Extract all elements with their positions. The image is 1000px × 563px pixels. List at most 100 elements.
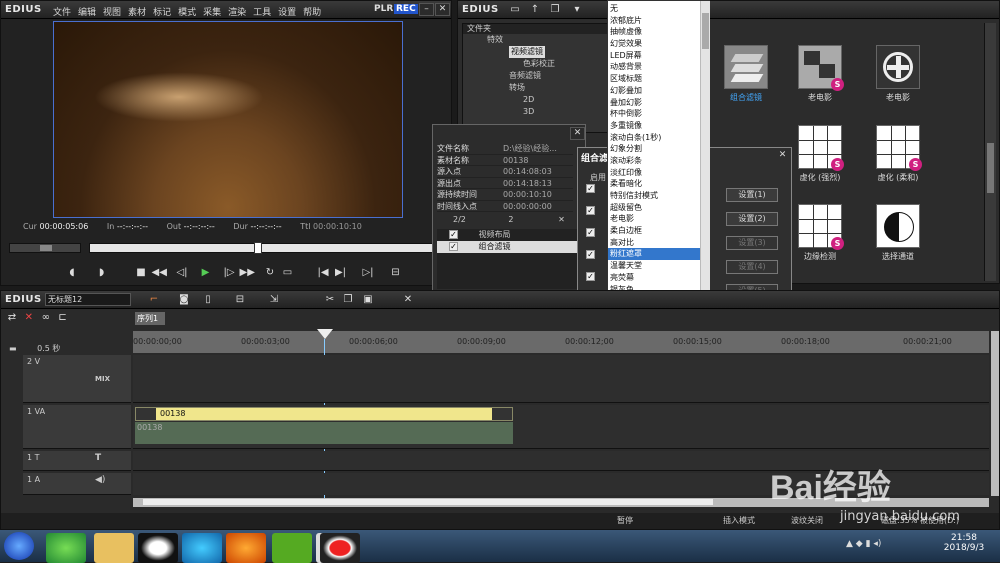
thumb-combo-filter[interactable]: 组合滤镜 xyxy=(714,45,778,103)
task-media-icon[interactable] xyxy=(182,533,222,563)
menu-item[interactable]: 设置 xyxy=(278,8,296,18)
new-sequence-icon[interactable]: ⌐ xyxy=(147,293,161,306)
cut-icon[interactable]: ✂ xyxy=(323,293,337,306)
tree-item-transitions[interactable]: 转场 xyxy=(509,82,611,94)
track-lane-2v[interactable] xyxy=(133,355,989,403)
step-back-icon[interactable]: ◁| xyxy=(175,266,189,279)
dropdown-item[interactable]: 抽帧虚像 xyxy=(608,26,700,38)
dropdown-item[interactable]: 柔白边框 xyxy=(608,225,700,237)
rewind-icon[interactable]: ◀◀ xyxy=(152,266,167,279)
dropdown-item[interactable]: 幻象分割 xyxy=(608,143,700,155)
delete-icon[interactable]: ✕ xyxy=(401,293,415,306)
task-browser-icon[interactable] xyxy=(46,533,86,563)
task-qq-icon[interactable] xyxy=(138,533,178,563)
effects-scrollbar[interactable] xyxy=(984,23,996,281)
folder-icon[interactable]: ▭ xyxy=(508,3,522,16)
save-icon[interactable]: ⊟ xyxy=(233,293,247,306)
shuttle-handle[interactable] xyxy=(40,245,52,251)
set-out-icon[interactable]: ◗ xyxy=(95,266,109,279)
link-icon[interactable]: ∞ xyxy=(39,311,53,324)
stop-icon[interactable]: ■ xyxy=(134,266,148,279)
enable-checkbox-4[interactable]: ✓ xyxy=(586,250,595,259)
filter-checkbox[interactable]: ✓ xyxy=(449,242,458,251)
filter-checkbox[interactable]: ✓ xyxy=(449,230,458,239)
enable-checkbox-5[interactable]: ✓ xyxy=(586,272,595,281)
thumb-blur-strong[interactable]: S 虚化 (强烈) xyxy=(788,125,852,183)
dropdown-scroll-thumb[interactable] xyxy=(702,13,709,49)
output-icon[interactable]: ▭ xyxy=(281,266,295,279)
export-icon[interactable]: ⇲ xyxy=(267,293,281,306)
start-button[interactable] xyxy=(4,532,34,560)
dropdown-item[interactable]: 动感背景 xyxy=(608,61,700,73)
settings-2-button[interactable]: 设置(2) xyxy=(726,212,778,226)
timeline-cursor-head[interactable] xyxy=(317,329,333,339)
sync-icon[interactable]: ⇄ xyxy=(5,311,19,324)
dropdown-item[interactable]: 浓郁底片 xyxy=(608,15,700,27)
insert-icon[interactable]: |◀ xyxy=(316,266,330,279)
task-firefox-icon[interactable] xyxy=(226,533,266,563)
settings-3-button[interactable]: 设置(3) xyxy=(726,236,778,250)
menu-item[interactable]: 渲染 xyxy=(228,8,246,18)
task-explorer-icon[interactable] xyxy=(94,533,134,563)
step-forward-icon[interactable]: |▷ xyxy=(222,266,236,279)
dropdown-item[interactable]: 特别信封模式 xyxy=(608,190,700,202)
enable-checkbox-2[interactable]: ✓ xyxy=(586,206,595,215)
tree-item-video-filters[interactable]: 视频滤镜 xyxy=(509,46,545,58)
menu-item[interactable]: 采集 xyxy=(203,8,221,18)
dropdown-item[interactable]: 高对比 xyxy=(608,237,700,249)
dropdown-item[interactable]: 杯中倒影 xyxy=(608,108,700,120)
hscroll-thumb[interactable] xyxy=(143,499,713,505)
dropdown-item[interactable]: 老电影 xyxy=(608,213,700,225)
set-in-icon[interactable]: ◖ xyxy=(65,266,79,279)
thumb-edge-detect[interactable]: S 边缘检测 xyxy=(788,204,852,262)
track-1a[interactable]: 1 A ◀) xyxy=(23,473,131,495)
menu-item[interactable]: 帮助 xyxy=(303,8,321,18)
dropdown-item[interactable]: 柔看暗化 xyxy=(608,178,700,190)
audio-clip[interactable]: 00138 xyxy=(135,422,513,444)
close-button[interactable]: ✕ xyxy=(435,3,450,16)
timeline-ruler[interactable]: 00:00:00;00 00:00:03;00 00:00:06;00 00:0… xyxy=(133,331,989,353)
shuttle-slider[interactable] xyxy=(9,243,81,253)
thumb-old-film-2[interactable]: 老电影 xyxy=(866,45,930,103)
task-record-icon[interactable] xyxy=(320,533,360,563)
track-2v[interactable]: 2 V MIX xyxy=(23,355,131,403)
thumb-blur-soft[interactable]: S 虚化 (柔和) xyxy=(866,125,930,183)
filter-item[interactable]: ✓ 组合滤镜 xyxy=(437,241,577,253)
dropdown-item[interactable]: 多重镜像 xyxy=(608,120,700,132)
rec-label[interactable]: REC xyxy=(394,4,418,14)
fast-forward-icon[interactable]: ▶▶ xyxy=(240,266,255,279)
dropdown-item[interactable]: LED屏幕 xyxy=(608,50,700,62)
dropdown-item[interactable]: 粉红遮罩 xyxy=(608,248,700,261)
minimize-button[interactable]: – xyxy=(419,3,434,16)
tree-item-color-correction[interactable]: 色彩校正 xyxy=(523,58,611,70)
sequence-tab[interactable]: 序列1 xyxy=(135,312,165,325)
effects-scroll-thumb[interactable] xyxy=(987,143,994,193)
plr-label[interactable]: PLR xyxy=(374,4,393,14)
menu-item[interactable]: 视图 xyxy=(103,8,121,18)
menu-item[interactable]: 编辑 xyxy=(78,8,96,18)
zoom-control[interactable]: ▬ 0.5 秒 xyxy=(5,343,129,354)
tools-icon[interactable]: ✕ xyxy=(22,311,36,324)
replace-icon[interactable]: ▷| xyxy=(361,266,375,279)
dropdown-item[interactable]: 亮荧幕 xyxy=(608,272,700,284)
dropdown-item[interactable]: 淡红印像 xyxy=(608,167,700,179)
enable-checkbox-1[interactable]: ✓ xyxy=(586,184,595,193)
dropdown-item[interactable]: 区域标题 xyxy=(608,73,700,85)
copy-icon[interactable]: ❐ xyxy=(548,3,562,16)
dropdown-item[interactable]: 叠加幻影 xyxy=(608,97,700,109)
tree-item-effects[interactable]: 特效 xyxy=(487,34,611,46)
menu-item[interactable]: 标记 xyxy=(153,8,171,18)
dropdown-item[interactable]: 滚动彩条 xyxy=(608,155,700,167)
dropdown-item[interactable]: 超级留色 xyxy=(608,202,700,214)
combo-close-button[interactable]: ✕ xyxy=(775,150,790,163)
delete-icon[interactable]: ✕ xyxy=(558,215,565,224)
menu-item[interactable]: 文件 xyxy=(53,8,71,18)
position-handle[interactable] xyxy=(254,242,262,254)
settings-1-button[interactable]: 设置(1) xyxy=(726,188,778,202)
track-1t[interactable]: 1 T T xyxy=(23,451,131,471)
dropdown-item[interactable]: 滚动白条(1秒) xyxy=(608,132,700,144)
timeline-vscrollbar[interactable] xyxy=(991,331,999,496)
overwrite-icon[interactable]: ▶| xyxy=(334,266,348,279)
tree-item-2d[interactable]: 2D xyxy=(523,94,611,106)
loop-icon[interactable]: ↻ xyxy=(263,266,277,279)
